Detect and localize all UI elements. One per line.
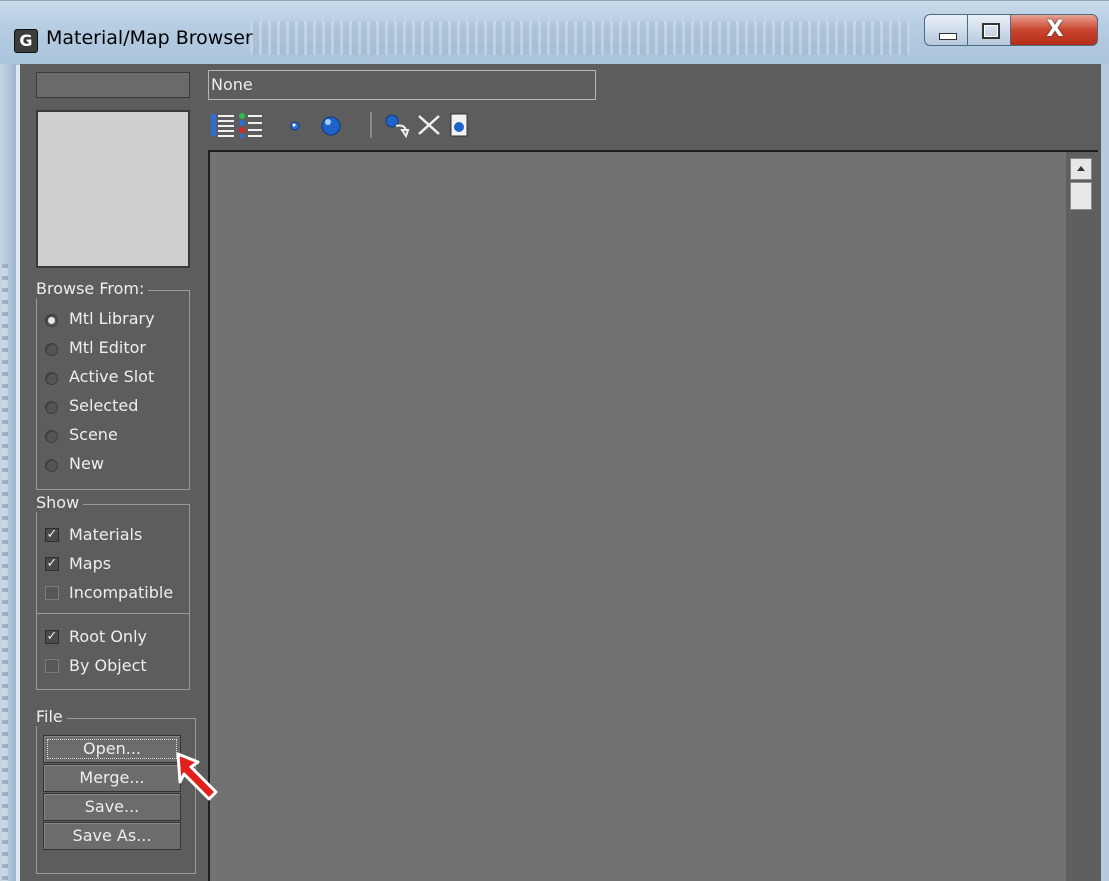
browser-client-area: Browse From: Mtl Library Mtl Editor Acti… [20,64,1101,881]
update-scene-materials-icon[interactable] [384,112,410,138]
small-icons-icon[interactable] [282,112,308,138]
merge-button[interactable]: Merge... [43,764,181,792]
window-frame-right [1101,64,1109,881]
checkbox-checked-icon: ✓ [45,556,59,571]
app-icon[interactable]: G [14,29,38,53]
vertical-scrollbar[interactable] [1066,152,1098,881]
file-group: File Open... Merge... Save... Save As... [36,707,196,874]
browse-from-label: Browse From: [36,279,149,298]
radio-label: Mtl Editor [69,338,146,357]
radio-label: Mtl Library [69,309,155,328]
material-name-field[interactable] [36,72,190,98]
material-map-browser-window: G Material/Map Browser X Browse From: Mt… [0,0,1109,881]
radio-icon [45,372,58,385]
save-as-button[interactable]: Save As... [43,822,181,850]
large-icons-icon[interactable] [318,112,344,138]
maximize-icon [982,23,1000,39]
browser-toolbar [208,108,508,144]
radio-icon [45,459,58,472]
checkbox-label: By Object [69,656,147,675]
delete-from-library-icon[interactable] [416,112,442,138]
search-input[interactable]: None [208,70,596,100]
scroll-thumb[interactable] [1070,182,1092,210]
window-title: Material/Map Browser [46,27,253,49]
radio-icon [45,401,58,414]
window-controls: X [924,14,1100,49]
checkbox-label: Root Only [69,627,147,646]
radio-icon [45,430,58,443]
show-label: Show [36,493,84,512]
view-list-icons-icon[interactable] [238,112,264,138]
minimize-icon [939,33,957,40]
save-button[interactable]: Save... [43,793,181,821]
checkbox-checked-icon: ✓ [45,629,59,644]
show-divider [37,613,189,614]
title-bar[interactable]: G Material/Map Browser X [0,0,1109,65]
checkbox-label: Materials [69,525,143,544]
file-label: File [36,707,67,726]
checkbox-unchecked-icon [45,586,59,600]
scroll-up-button[interactable] [1070,158,1092,180]
close-icon: X [1046,17,1064,42]
pointer-arrow-icon [176,752,218,801]
checkbox-unchecked-icon [45,659,59,673]
window-frame-left [0,64,16,881]
clear-library-icon[interactable] [446,112,472,138]
radio-icon [45,314,58,327]
radio-icon [45,343,58,356]
view-list-icon[interactable] [210,112,236,138]
close-button[interactable]: X [1010,14,1098,46]
radio-label: New [69,454,104,473]
open-button[interactable]: Open... [43,735,181,763]
maximize-button[interactable] [967,14,1011,46]
checkbox-label: Maps [69,554,112,573]
checkbox-checked-icon: ✓ [45,527,59,542]
show-group: Show ✓ Materials ✓ Maps Incompatible ✓ Root… [36,493,190,690]
material-preview [36,110,190,268]
checkbox-label: Incompatible [69,583,174,602]
browse-from-group: Browse From: Mtl Library Mtl Editor Acti… [36,279,190,490]
radio-label: Scene [69,425,118,444]
radio-label: Selected [69,396,139,415]
minimize-button[interactable] [924,14,968,46]
toolbar-separator [370,112,372,138]
material-list-area[interactable] [208,150,1098,881]
radio-label: Active Slot [69,367,155,386]
